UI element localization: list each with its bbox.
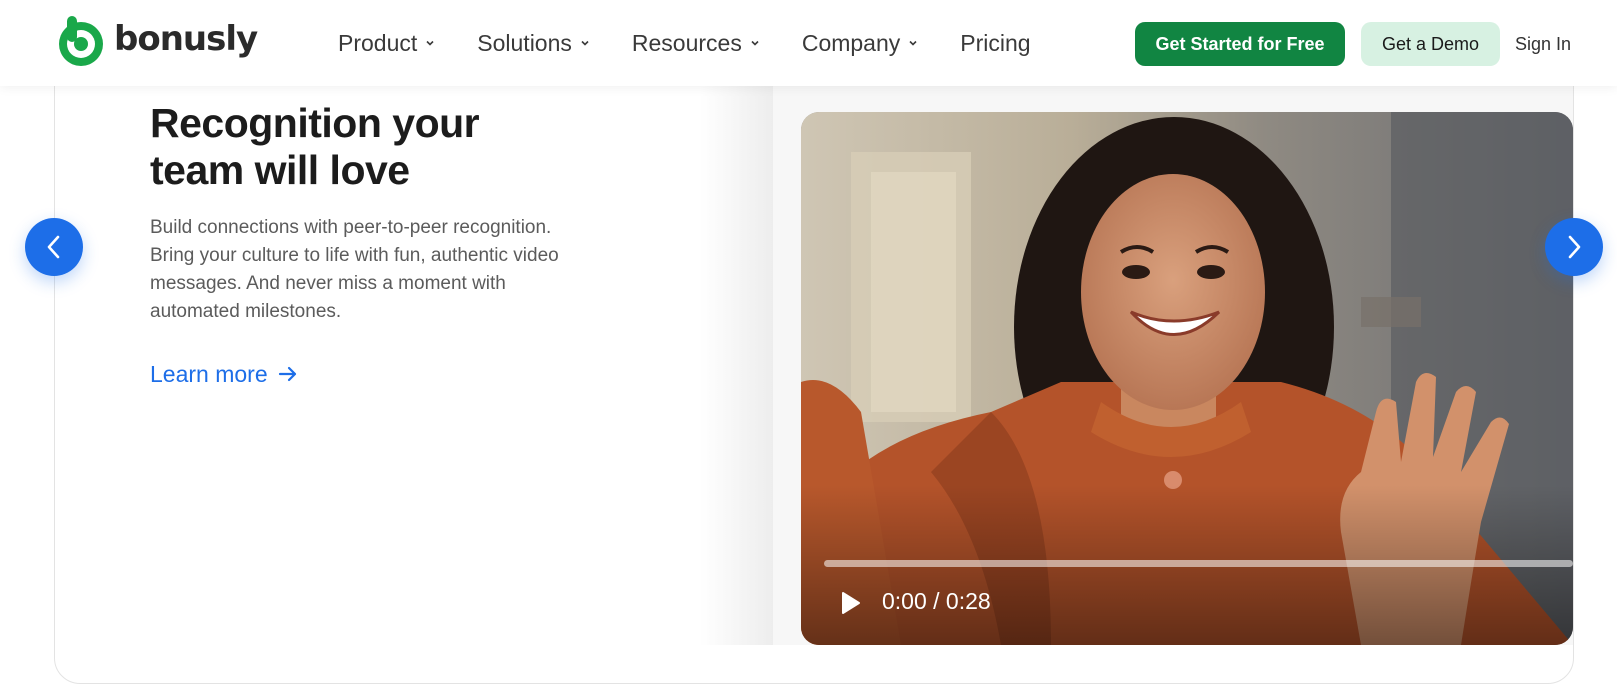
get-demo-button[interactable]: Get a Demo <box>1361 22 1500 66</box>
get-started-button[interactable]: Get Started for Free <box>1135 22 1345 66</box>
video-time-display: 0:00 / 0:28 <box>882 588 991 614</box>
slide-description: Build connections with peer-to-peer reco… <box>150 217 559 322</box>
nav-product-label: Product <box>338 29 418 56</box>
nav-solutions[interactable]: Solutions <box>477 30 590 57</box>
top-navbar: bonusly Product Solutions Resources Comp… <box>0 0 1617 86</box>
carousel-next-button[interactable] <box>1545 218 1603 276</box>
nav-company-label: Company <box>801 29 901 56</box>
nav-pricing[interactable]: Pricing <box>960 30 1030 57</box>
nav-product[interactable]: Product <box>338 30 435 57</box>
learn-more-link[interactable]: Learn more <box>150 358 298 390</box>
arrow-right-icon <box>278 366 296 382</box>
brand-logo[interactable]: bonusly <box>52 14 258 70</box>
nav-solutions-label: Solutions <box>477 29 572 56</box>
play-icon[interactable] <box>838 591 862 615</box>
carousel-prev-button[interactable] <box>25 218 83 276</box>
nav-company[interactable]: Company <box>802 30 918 57</box>
chevron-down-icon <box>426 40 434 46</box>
slide-headline: Recognition your team will love <box>150 100 480 193</box>
nav-resources-label: Resources <box>631 29 742 56</box>
nav-resources[interactable]: Resources <box>632 30 760 57</box>
chevron-right-icon <box>1568 235 1581 259</box>
brand-name: bonusly <box>114 19 258 59</box>
bonusly-b-logo-icon <box>59 16 103 66</box>
chevron-down-icon <box>909 40 917 46</box>
sign-in-link[interactable]: Sign In <box>1515 30 1571 58</box>
chevron-down-icon <box>581 40 589 46</box>
panel-divider-shade <box>700 86 773 645</box>
chevron-down-icon <box>751 40 759 46</box>
learn-more-label: Learn more <box>150 360 268 387</box>
chevron-left-icon <box>47 235 60 259</box>
video-progress-bar[interactable] <box>824 560 1573 567</box>
main-nav: Product Solutions Resources Company Pric… <box>338 26 1073 60</box>
nav-pricing-label: Pricing <box>960 29 1031 56</box>
